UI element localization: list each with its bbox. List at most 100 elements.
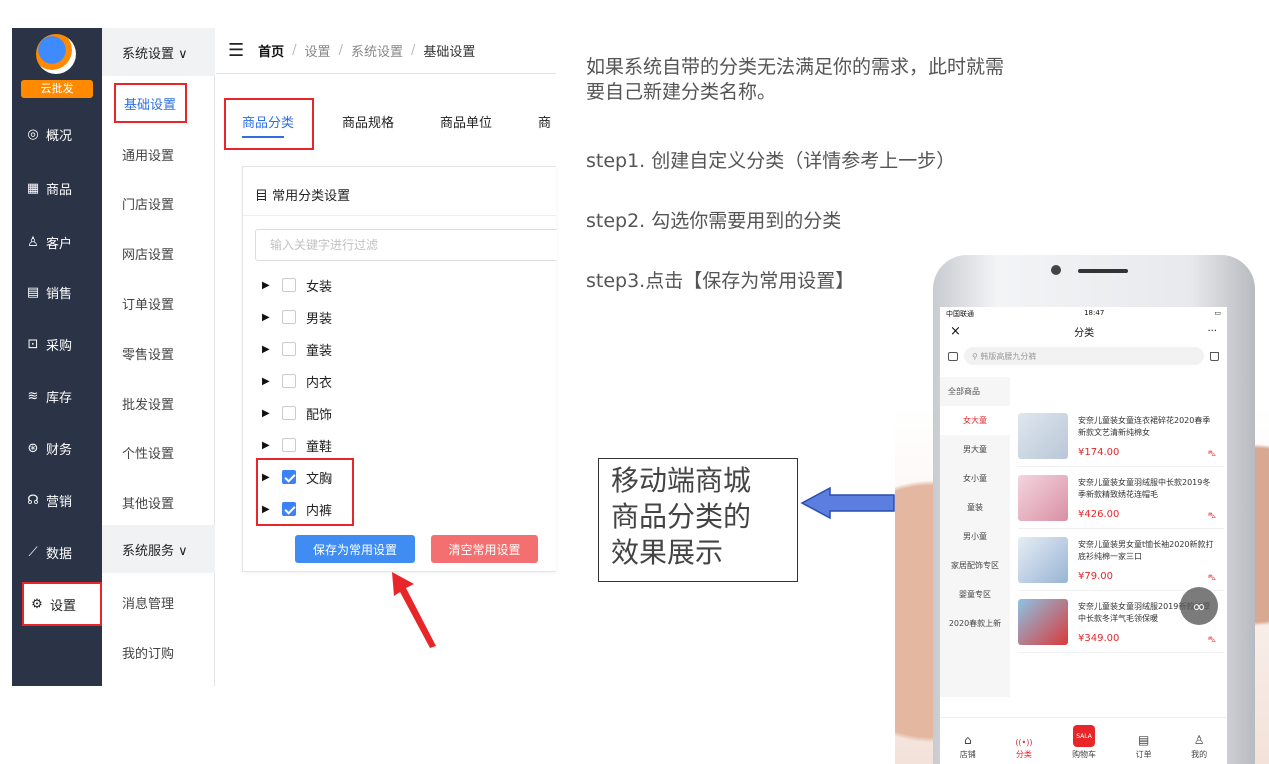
phone-product-list: 安奈儿童装女童连衣裙碎花2020春季新款文艺清新纯棉女 ¥174.00 ⛍ 安奈…: [1010, 377, 1227, 677]
expand-triangle-icon[interactable]: ▶: [262, 280, 272, 291]
submenu-group-system-service[interactable]: 系统服务 ∨: [102, 525, 215, 573]
message-icon[interactable]: [948, 351, 958, 361]
tree-row-kids-shoes[interactable]: ▶ 童鞋: [262, 435, 332, 455]
add-cart-icon[interactable]: ⛍: [1208, 573, 1216, 583]
add-cart-icon[interactable]: ⛍: [1208, 635, 1216, 645]
add-cart-icon[interactable]: ⛍: [1208, 511, 1216, 521]
submenu-item-wholesale[interactable]: 批发设置: [122, 394, 174, 413]
sidebar-item-purchase[interactable]: ⊡ 采购: [12, 324, 102, 364]
bag-icon[interactable]: [1210, 351, 1219, 361]
submenu-group-system-settings[interactable]: 系统设置 ∨: [102, 28, 215, 76]
expand-triangle-icon[interactable]: ▶: [262, 344, 272, 355]
product-card[interactable]: 安奈儿童装女童羽绒服中长款2019冬季新款精致绣花连帽毛 ¥426.00 ⛍: [1018, 467, 1224, 529]
phone-category-item[interactable]: 女小童: [940, 464, 1010, 493]
category-label: 童装: [306, 343, 333, 359]
order-icon: ▤: [1137, 733, 1150, 747]
tab-product-category[interactable]: 商品分类: [224, 98, 314, 150]
phone-category-item[interactable]: 男大童: [940, 435, 1010, 464]
sidebar-item-data[interactable]: ⟋ 数据: [12, 532, 102, 572]
submenu-item-other[interactable]: 其他设置: [122, 493, 174, 512]
expand-triangle-icon[interactable]: ▶: [262, 440, 272, 451]
phone-tab-store[interactable]: ⌂ 店铺: [960, 733, 976, 760]
category-checkbox[interactable]: [282, 310, 296, 324]
submenu-item-basic-settings[interactable]: 基础设置: [114, 83, 187, 123]
expand-triangle-icon[interactable]: ▶: [262, 312, 272, 323]
submenu-item-retail[interactable]: 零售设置: [122, 344, 174, 363]
sidebar-item-products[interactable]: ▦ 商品: [12, 168, 102, 208]
submenu-item-personal[interactable]: 个性设置: [122, 443, 174, 462]
tree-row-underwear[interactable]: ▶ 内衣: [262, 371, 332, 391]
category-checkbox[interactable]: [282, 438, 296, 452]
category-checkbox[interactable]: [282, 374, 296, 388]
product-image: [1018, 599, 1068, 645]
product-title: 安奈儿童装女童连衣裙碎花2020春季新款文艺清新纯棉女: [1078, 416, 1211, 437]
phone-category-item[interactable]: 童装: [940, 493, 1010, 522]
close-icon[interactable]: ×: [950, 324, 961, 339]
product-card[interactable]: 安奈儿童装女童连衣裙碎花2020春季新款文艺清新纯棉女 ¥174.00 ⛍: [1018, 405, 1224, 467]
search-icon: ⚲: [972, 351, 981, 361]
sidebar-item-finance[interactable]: ⊛ 财务: [12, 428, 102, 468]
user-icon: ♙: [27, 234, 39, 250]
sidebar-item-customers[interactable]: ♙ 客户: [12, 222, 102, 262]
submenu-item-general[interactable]: 通用设置: [122, 145, 174, 164]
phone-tab-category[interactable]: ((•)) 分类: [1015, 738, 1032, 760]
product-price: ¥79.00: [1078, 571, 1113, 582]
expand-triangle-icon[interactable]: ▶: [262, 408, 272, 419]
category-label: 配饰: [306, 407, 333, 423]
phone-category-all[interactable]: 全部商品: [940, 377, 1010, 406]
phone-page-title: 分类: [1074, 327, 1095, 339]
product-image: [1018, 413, 1068, 459]
clear-common-settings-button[interactable]: 清空常用设置: [431, 535, 538, 563]
category-checkbox[interactable]: [282, 278, 296, 292]
cart-icon: SALA: [1073, 725, 1096, 747]
tab-product-spec[interactable]: 商品规格: [342, 112, 394, 131]
breadcrumb-system-settings[interactable]: 系统设置: [351, 41, 403, 60]
sidebar-item-inventory[interactable]: ≋ 库存: [12, 376, 102, 416]
share-link-icon[interactable]: ∞: [1180, 587, 1218, 625]
save-common-settings-button[interactable]: 保存为常用设置: [295, 535, 415, 563]
breadcrumb-home[interactable]: 首页: [258, 41, 284, 60]
gear-icon: ⚙: [31, 596, 43, 612]
phone-category-item[interactable]: 2020春款上新: [940, 609, 1010, 638]
submenu-item-messages[interactable]: 消息管理: [122, 593, 174, 612]
breadcrumb-settings[interactable]: 设置: [305, 41, 331, 60]
sidebar-item-overview[interactable]: ◎ 概况: [12, 114, 102, 154]
product-card[interactable]: 安奈儿童装男女童t恤长袖2020新款打底衫纯棉一家三口 ¥79.00 ⛍: [1018, 529, 1224, 591]
phone-search-input[interactable]: ⚲ 韩版高腰九分裤: [964, 347, 1204, 365]
submenu-item-order[interactable]: 订单设置: [122, 294, 174, 313]
sidebar-item-label: 商品: [46, 182, 73, 198]
sidebar-item-sales[interactable]: ▤ 销售: [12, 272, 102, 312]
category-checkbox[interactable]: [282, 342, 296, 356]
phone-category-item[interactable]: 男小童: [940, 522, 1010, 551]
submenu-item-store[interactable]: 门店设置: [122, 194, 174, 213]
submenu-item-online-store[interactable]: 网店设置: [122, 244, 174, 263]
tab-next-truncated[interactable]: 商: [538, 112, 551, 131]
category-filter-input[interactable]: [255, 229, 557, 261]
tab-product-unit[interactable]: 商品单位: [440, 112, 492, 131]
app-name-badge: 云批发: [21, 80, 93, 98]
phone-category-item[interactable]: 婴童专区: [940, 580, 1010, 609]
tree-row-men[interactable]: ▶ 男装: [262, 307, 332, 327]
category-checkbox[interactable]: [282, 406, 296, 420]
sidebar-item-marketing[interactable]: ☊ 营销: [12, 480, 102, 520]
tree-row-accessories[interactable]: ▶ 配饰: [262, 403, 332, 423]
user-icon: ♙: [1193, 733, 1205, 747]
sidebar-item-settings[interactable]: ⚙ 设置: [22, 582, 102, 626]
tree-row-kids[interactable]: ▶ 童装: [262, 339, 332, 359]
phone-tab-mine[interactable]: ♙ 我的: [1191, 733, 1207, 760]
more-icon[interactable]: ···: [1207, 326, 1217, 337]
sidebar-item-label: 概况: [46, 128, 73, 144]
add-cart-icon[interactable]: ⛍: [1208, 449, 1216, 459]
carrier-label: 中国联通: [946, 310, 974, 318]
submenu-item-subscriptions[interactable]: 我的订购: [122, 643, 174, 662]
expand-triangle-icon[interactable]: ▶: [262, 376, 272, 387]
tree-row-women[interactable]: ▶ 女装: [262, 275, 332, 295]
phone-category-item[interactable]: 女大童: [940, 406, 1010, 435]
app-logo-icon[interactable]: [36, 34, 76, 74]
category-label: 女装: [306, 279, 333, 295]
phone-tab-cart[interactable]: SALA 购物车: [1072, 725, 1096, 760]
red-pointer-arrow-icon: [392, 572, 436, 648]
phone-tab-orders[interactable]: ▤ 订单: [1136, 733, 1152, 760]
phone-category-item[interactable]: 家居配饰专区: [940, 551, 1010, 580]
menu-toggle-icon[interactable]: ☰: [228, 40, 244, 61]
